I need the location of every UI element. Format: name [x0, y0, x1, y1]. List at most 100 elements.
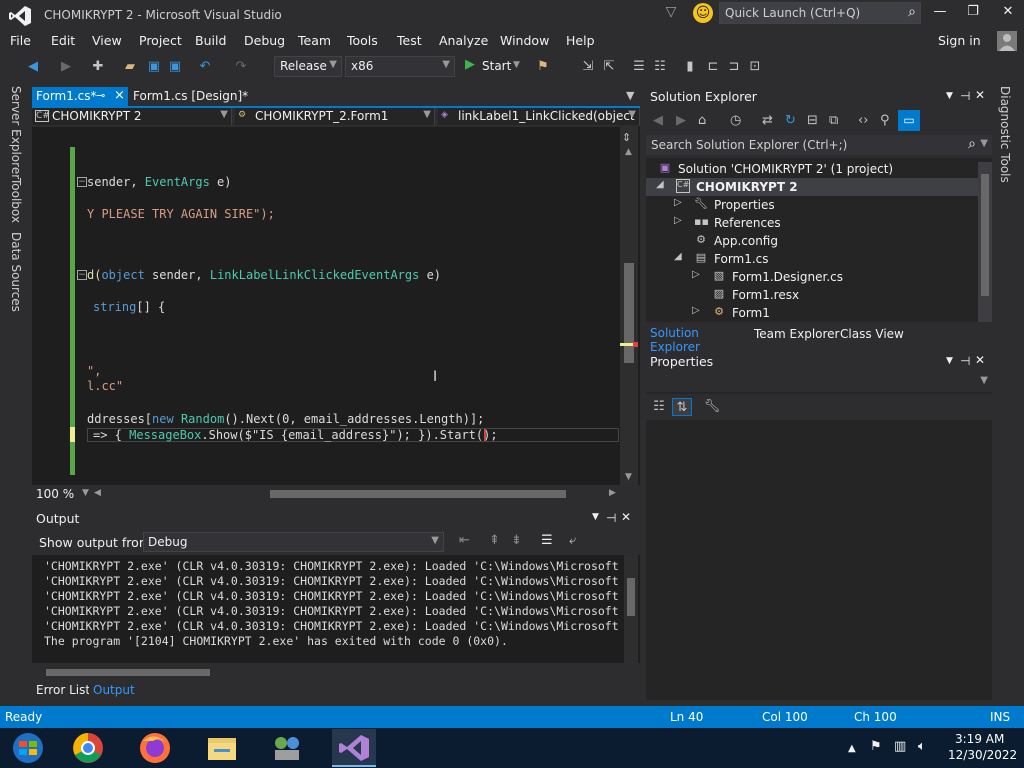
undo-icon[interactable]: ↶: [196, 58, 214, 76]
expanded-arrow-icon[interactable]: ◢: [656, 179, 664, 190]
pending-changes-filter-icon[interactable]: ◷: [730, 113, 741, 128]
categorized-icon[interactable]: ☷: [649, 398, 669, 416]
menu-analyze[interactable]: Analyze: [439, 33, 488, 48]
pin-icon[interactable]: ⊣: [960, 89, 970, 103]
toggle-word-wrap-icon[interactable]: ⤶: [569, 533, 576, 548]
tree-item-form1-class[interactable]: ▷ ⚙ Form1: [646, 304, 978, 322]
home-icon[interactable]: ⌂: [698, 113, 706, 128]
sign-in-link[interactable]: Sign in: [938, 33, 981, 48]
collapsed-arrow-icon[interactable]: ▷: [692, 269, 700, 280]
close-icon[interactable]: ×: [114, 88, 125, 103]
show-all-files-icon[interactable]: ⧉: [829, 113, 838, 128]
class-nav-select[interactable]: ⚙ CHOMIKRYPT_2.Form1 ▼: [235, 108, 435, 125]
menu-help[interactable]: Help: [566, 33, 595, 48]
scroll-left-icon[interactable]: ◀: [94, 488, 101, 498]
collapsed-arrow-icon[interactable]: ▷: [674, 215, 682, 226]
network-icon[interactable]: ▥: [894, 739, 906, 754]
tree-item-properties[interactable]: ▷ 🔧︎ Properties: [646, 196, 978, 214]
data-sources-tab[interactable]: Data Sources: [9, 232, 23, 312]
tab-form1-cs[interactable]: Form1.cs* ⊸ ×: [32, 87, 128, 106]
navigate-back-icon[interactable]: ◀: [24, 58, 42, 76]
collapsed-arrow-icon[interactable]: ▷: [692, 305, 700, 316]
tab-class-view[interactable]: Class View: [840, 327, 904, 341]
volume-icon[interactable]: 🔈︎: [918, 739, 926, 754]
next-message-icon[interactable]: ⇟: [511, 533, 522, 548]
save-all-icon[interactable]: ▣: [166, 58, 184, 76]
feedback-smiley-icon[interactable]: ☺: [693, 3, 713, 23]
account-avatar-icon[interactable]: [997, 31, 1017, 51]
solution-configuration-select[interactable]: Release ▼: [274, 56, 342, 77]
properties-icon[interactable]: ⚲: [880, 113, 890, 128]
tab-team-explorer[interactable]: Team Explorer: [754, 327, 840, 341]
collapse-region-icon[interactable]: −: [77, 270, 87, 280]
pin-icon[interactable]: ⊣: [606, 511, 616, 525]
quick-launch-input[interactable]: Quick Launch (Ctrl+Q) ⌕: [719, 2, 921, 24]
output-vscroll-thumb[interactable]: [627, 578, 635, 616]
menu-test[interactable]: Test: [397, 33, 422, 48]
scroll-up-icon[interactable]: ▲: [625, 147, 632, 157]
editor-vscroll-thumb[interactable]: [624, 263, 634, 363]
project-nav-select[interactable]: C# CHOMIKRYPT 2 ▼: [32, 108, 232, 125]
step-into-icon[interactable]: ⇲: [579, 58, 597, 76]
zoom-level[interactable]: 100 %: [36, 487, 74, 501]
preview-selected-items-icon[interactable]: ▭: [898, 110, 920, 131]
menu-build[interactable]: Build: [195, 33, 226, 48]
window-position-icon[interactable]: ▼: [592, 512, 599, 522]
menu-debug[interactable]: Debug: [244, 33, 285, 48]
tree-item-form1-cs[interactable]: ◢ ▤ Form1.cs: [646, 250, 978, 268]
new-project-icon[interactable]: ✚: [89, 58, 107, 76]
tab-list-dropdown-icon[interactable]: ▼: [626, 89, 634, 102]
comment-icon[interactable]: ☰: [630, 58, 648, 76]
step-over-icon[interactable]: ⇱: [600, 58, 618, 76]
previous-bookmark-icon[interactable]: ⊏: [704, 58, 722, 76]
clock-time[interactable]: 3:19 AM: [955, 732, 1004, 746]
property-pages-icon[interactable]: 🔧︎: [702, 398, 722, 416]
open-file-icon[interactable]: ▰: [121, 58, 139, 76]
menu-project[interactable]: Project: [139, 33, 182, 48]
forward-icon[interactable]: ▶: [676, 113, 686, 128]
tab-error-list[interactable]: Error List: [36, 683, 90, 697]
sync-with-document-icon[interactable]: ⇄: [762, 113, 773, 128]
menu-tools[interactable]: Tools: [347, 33, 378, 48]
editor-hscroll-thumb[interactable]: [270, 490, 566, 498]
tree-item-project[interactable]: ◢ C# CHOMIKRYPT 2: [646, 178, 978, 196]
output-source-select[interactable]: Debug ▼: [143, 532, 444, 552]
browser-link-icon[interactable]: ⚑: [534, 58, 552, 76]
start-debugging-button[interactable]: ▶ Start ▼: [463, 56, 525, 77]
tab-solution-explorer[interactable]: Solution Explorer: [646, 324, 746, 354]
clear-bookmarks-icon[interactable]: ⊡: [746, 58, 764, 76]
firefox-icon[interactable]: [133, 729, 177, 767]
back-icon[interactable]: ◀: [653, 113, 663, 128]
find-message-icon[interactable]: ⇤: [459, 533, 470, 548]
tab-form1-design[interactable]: Form1.cs [Design]*: [133, 89, 248, 103]
alphabetical-icon[interactable]: ⇅: [672, 398, 692, 416]
solution-explorer-search-input[interactable]: Search Solution Explorer (Ctrl+;) ⌕ ▼: [646, 135, 992, 155]
chevron-down-icon[interactable]: ▼: [82, 488, 89, 498]
tree-item-solution[interactable]: ▣ Solution 'CHOMIKRYPT 2' (1 project): [646, 160, 978, 178]
collapse-region-icon[interactable]: −: [77, 177, 87, 187]
refresh-icon[interactable]: ↻: [785, 113, 796, 128]
start-icon[interactable]: [6, 729, 50, 767]
clock-date[interactable]: 12/30/2022: [948, 748, 1017, 762]
tree-item-app-config[interactable]: ⚙ App.config: [646, 232, 978, 250]
tab-output[interactable]: Output: [89, 681, 135, 700]
diagnostic-tools-tab[interactable]: Diagnostic Tools: [998, 86, 1012, 183]
redo-icon[interactable]: ↷: [232, 58, 250, 76]
view-code-icon[interactable]: ‹›: [858, 113, 868, 128]
solution-tree-scroll-thumb[interactable]: [981, 174, 989, 296]
output-hscroll-thumb[interactable]: [46, 669, 210, 676]
collapse-all-icon[interactable]: ⊟: [807, 113, 818, 128]
network-app-icon[interactable]: [265, 729, 309, 767]
visual-studio-logo-icon[interactable]: [8, 5, 32, 27]
visual-studio-icon[interactable]: [332, 729, 376, 767]
solution-platform-select[interactable]: x86 ▼: [345, 56, 455, 77]
scroll-down-icon[interactable]: ▼: [625, 472, 632, 482]
close-icon[interactable]: ✕: [975, 88, 985, 102]
uncomment-icon[interactable]: ☷: [651, 58, 669, 76]
tree-item-form1-designer[interactable]: ▷ ▧ Form1.Designer.cs: [646, 268, 978, 286]
previous-message-icon[interactable]: ⇞: [489, 533, 500, 548]
expanded-arrow-icon[interactable]: ◢: [674, 251, 682, 262]
tree-item-references[interactable]: ▷ ▪▪ References: [646, 214, 978, 232]
close-window-button[interactable]: ✕: [996, 4, 1020, 24]
menu-view[interactable]: View: [92, 33, 122, 48]
